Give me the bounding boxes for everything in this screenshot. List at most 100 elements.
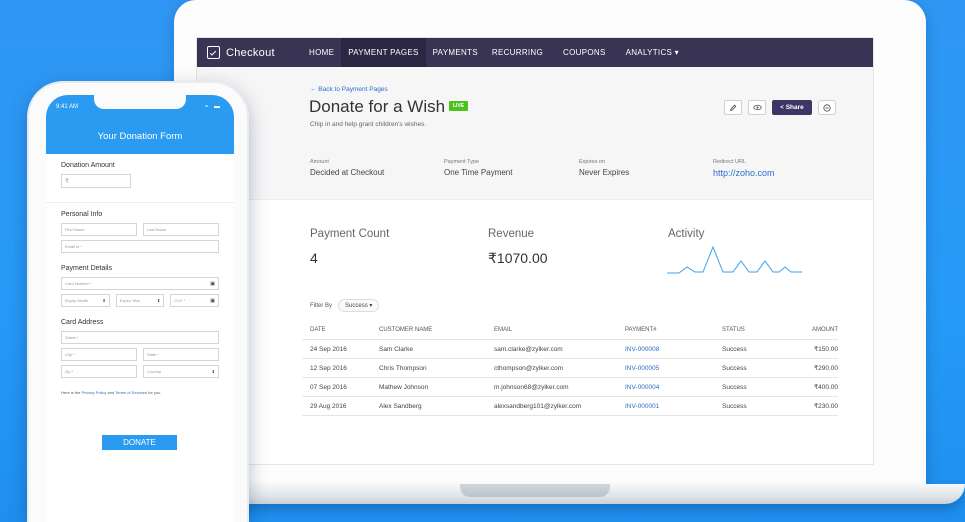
cvv-placeholder: CVV * — [174, 298, 186, 303]
cell-payment-link[interactable]: INV-000005 — [625, 365, 722, 372]
terms-prefix: Here is the — [61, 390, 81, 395]
city-field[interactable]: City * — [61, 348, 137, 361]
payments-table: DATE CUSTOMER NAME EMAIL PAYMENT# STATUS… — [302, 320, 838, 416]
preview-button[interactable] — [748, 100, 766, 115]
meta-label: Amount — [310, 159, 329, 165]
filter-status-dropdown[interactable]: Success ▾ — [338, 299, 380, 312]
email-field[interactable]: Email id * — [61, 240, 219, 253]
meta-label: Expires on — [579, 159, 605, 165]
cell-email: sam.clarke@zylker.com — [494, 345, 563, 353]
donation-amount-label: Donation Amount — [61, 162, 115, 169]
back-to-payment-pages-link[interactable]: ← Back to Payment Pages — [310, 86, 388, 93]
brand-name: Checkout — [226, 46, 275, 59]
card-number-field[interactable]: Card Number * ▣ — [61, 277, 219, 290]
expiry-month-placeholder: Expiry Month — [65, 298, 89, 303]
privacy-policy-link[interactable]: Privacy Policy — [81, 390, 106, 395]
nav-home[interactable]: HOME — [302, 38, 341, 67]
share-button[interactable]: < Share — [772, 100, 812, 115]
laptop-notch — [460, 484, 610, 497]
table-row[interactable]: 12 Sep 2016 Chris Thompson cthompson@zyl… — [302, 359, 838, 378]
state-field[interactable]: State * — [143, 348, 219, 361]
card-icon: ▣ — [210, 281, 215, 287]
terms-text: Here is the Privacy Policy and Terms of … — [46, 382, 234, 395]
donate-button[interactable]: DONATE — [102, 435, 177, 450]
meta-label: Redirect URL — [713, 159, 747, 165]
expiry-year-select[interactable]: Expiry Year ⬍ — [115, 294, 165, 307]
nav-payment-pages[interactable]: PAYMENT PAGES — [341, 38, 426, 67]
table-row[interactable]: 29 Aug 2016 Alex Sandberg alexsandberg10… — [302, 397, 838, 416]
zip-field[interactable]: Zip * — [61, 365, 137, 378]
cell-status: Success — [722, 383, 747, 391]
cell-date: 07 Sep 2016 — [310, 383, 347, 391]
donation-amount-input[interactable]: ₹ — [61, 174, 131, 188]
payment-count-stat: Payment Count 4 — [310, 228, 389, 266]
eye-icon — [752, 104, 762, 111]
share-label: Share — [785, 104, 804, 111]
cell-customer: Sam Clarke — [379, 345, 413, 353]
cell-email: m.johnson68@zylker.com — [494, 383, 569, 391]
revenue-value: ₹1070.00 — [488, 250, 548, 266]
nav-analytics[interactable]: ANALYTICS ▾ — [619, 38, 686, 67]
col-date[interactable]: DATE — [302, 327, 379, 333]
meta-amount: Amount Decided at Checkout — [310, 159, 384, 177]
cvv-field[interactable]: CVV * ▣ — [170, 294, 220, 307]
col-email[interactable]: EMAIL — [494, 327, 625, 333]
cell-customer: Alex Sandberg — [379, 402, 422, 410]
col-amount[interactable]: AMOUNT — [794, 327, 838, 333]
select-arrows-icon: ⬍ — [211, 369, 215, 374]
payment-details-label: Payment Details — [61, 265, 112, 272]
phone-header: 9:41 AM ≈ ▬ Your Donation Form — [46, 95, 234, 154]
revenue-label: Revenue — [488, 228, 535, 240]
activity-label: Activity — [668, 228, 705, 240]
terms-of-service-link[interactable]: Terms of Services — [115, 390, 147, 395]
nav-coupons[interactable]: COUPONS — [556, 38, 613, 67]
revenue-stat: Revenue ₹1070.00 — [488, 228, 548, 267]
cell-payment-link[interactable]: INV-000001 — [625, 403, 722, 410]
cell-payment-link[interactable]: INV-000004 — [625, 384, 722, 391]
street-field[interactable]: Street * — [61, 331, 219, 344]
country-select[interactable]: Country ⬍ — [143, 365, 219, 378]
table-row[interactable]: 24 Sep 2016 Sam Clarke sam.clarke@zylker… — [302, 340, 838, 359]
cell-amount: ₹230.00 — [813, 403, 838, 410]
edit-button[interactable] — [724, 100, 742, 115]
more-icon — [823, 103, 831, 112]
card-number-placeholder: Card Number * — [65, 281, 92, 286]
card-address-label: Card Address — [61, 319, 104, 326]
col-payment-number[interactable]: PAYMENT# — [625, 327, 722, 333]
expiry-year-placeholder: Expiry Year — [119, 298, 140, 303]
cell-date: 29 Aug 2016 — [310, 402, 347, 410]
page-title: Donate for a Wish — [309, 97, 446, 116]
laptop-screen: Checkout HOME PAYMENT PAGES PAYMENTS REC… — [196, 37, 874, 465]
payment-count-label: Payment Count — [310, 228, 390, 240]
meta-value: One Time Payment — [444, 168, 513, 177]
col-customer-name[interactable]: CUSTOMER NAME — [379, 327, 494, 333]
page-actions: < Share — [724, 100, 836, 115]
cell-amount: ₹290.00 — [813, 365, 838, 372]
expiry-month-select[interactable]: Expiry Month ⬍ — [61, 294, 110, 307]
more-button[interactable] — [818, 100, 836, 115]
cell-amount: ₹150.00 — [813, 346, 838, 353]
terms-and: and — [107, 390, 115, 395]
personal-info-label: Personal Info — [61, 211, 103, 218]
share-icon: < — [780, 104, 784, 111]
top-navigation: Checkout HOME PAYMENT PAGES PAYMENTS REC… — [197, 38, 873, 67]
first-name-field[interactable]: First Name — [61, 223, 137, 236]
col-status[interactable]: STATUS — [722, 327, 794, 333]
meta-expires-on: Expires on Never Expires — [579, 159, 629, 177]
nav-recurring[interactable]: RECURRING — [485, 38, 550, 67]
card-icon: ▣ — [210, 298, 216, 304]
table-row[interactable]: 07 Sep 2016 Mathew Johnson m.johnson68@z… — [302, 378, 838, 397]
wifi-battery-icon: ≈ ▬ — [205, 104, 222, 110]
meta-label: Payment Type — [444, 159, 480, 165]
form-title: Your Donation Form — [97, 131, 183, 142]
filter-bar: Filter By Success ▾ — [310, 299, 380, 312]
phone-notch — [94, 95, 186, 109]
redirect-url-link[interactable]: http://zoho.com — [713, 168, 775, 178]
nav-payments[interactable]: PAYMENTS — [426, 38, 485, 67]
live-badge: LIVE — [449, 101, 469, 111]
cell-status: Success — [722, 364, 747, 372]
last-name-field[interactable]: Last Name — [143, 223, 219, 236]
filter-label: Filter By — [310, 302, 333, 309]
cell-payment-link[interactable]: INV-000008 — [625, 346, 722, 353]
brand[interactable]: Checkout — [197, 46, 302, 59]
